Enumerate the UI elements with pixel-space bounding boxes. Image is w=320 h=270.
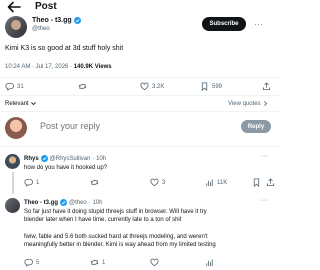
tweet-timestamp[interactable]: 10:24 AM · Jul 17, 2026 · — [5, 64, 74, 70]
views-icon — [206, 179, 213, 187]
avatar[interactable] — [5, 16, 27, 38]
more-options-icon[interactable]: ··· — [254, 20, 264, 29]
repost-icon — [90, 260, 99, 265]
bookmark-icon — [253, 178, 260, 187]
chevron-down-icon — [30, 102, 36, 106]
chevron-right-icon — [263, 101, 267, 106]
share-icon — [262, 82, 271, 91]
repost-action[interactable]: 1 — [90, 258, 105, 267]
tweet-actions: 31 3.2K 599 — [0, 80, 281, 94]
more-options-icon[interactable]: ··· — [260, 197, 269, 204]
divider — [0, 77, 281, 78]
view-quotes-link[interactable]: View quotes — [228, 100, 269, 107]
views-action[interactable]: 11K — [205, 178, 227, 187]
author-name[interactable]: Theo - t3.gg — [32, 17, 72, 24]
top-bar: Post — [0, 0, 281, 14]
reply-action[interactable]: 31 — [5, 82, 24, 91]
bookmark-action[interactable]: 599 — [200, 82, 222, 91]
reply-button[interactable]: Reply — [241, 120, 271, 133]
divider — [0, 95, 281, 96]
bookmark-action[interactable] — [252, 178, 261, 187]
author-name-row[interactable]: Theo - t3.gg — [32, 17, 81, 24]
tweet-text: Kimi K3 is so good at 3d stuff holy shit — [5, 45, 124, 52]
reply-author-name[interactable]: Theo - t3.gg — [24, 200, 58, 206]
reply-text-line: meaningfully better in blender. Kimi is … — [24, 242, 216, 248]
share-action[interactable] — [262, 82, 271, 91]
reply-actions: 1 3 11K — [0, 178, 281, 188]
reply-action[interactable]: 1 — [24, 178, 39, 187]
reply-text: how do you have it hooked up? — [24, 165, 108, 171]
repost-action[interactable] — [78, 82, 90, 91]
back-arrow-icon[interactable] — [7, 1, 21, 13]
avatar[interactable] — [5, 154, 20, 169]
like-action[interactable]: 3 — [150, 178, 165, 187]
like-action[interactable] — [150, 258, 162, 267]
reply-input[interactable] — [40, 121, 220, 131]
reply-timestamp[interactable]: · 10h — [92, 156, 106, 162]
tweet-meta: 10:24 AM · Jul 17, 2026 · 140.9K Views — [5, 64, 112, 70]
user-avatar[interactable] — [5, 117, 27, 139]
reply-text-line: blender later when I have time, currentl… — [24, 217, 182, 223]
reply-timestamp[interactable]: · 10h — [89, 200, 103, 206]
heart-icon — [150, 178, 159, 187]
verified-badge-icon — [40, 155, 48, 162]
verified-badge-icon — [73, 17, 81, 24]
heart-icon — [150, 258, 159, 267]
subscribe-button[interactable]: Subscribe — [202, 17, 246, 31]
reply-icon — [24, 178, 33, 187]
divider — [0, 111, 281, 112]
reply-author-name[interactable]: Rhys — [24, 156, 39, 162]
avatar[interactable] — [5, 198, 20, 213]
reply-icon — [24, 258, 33, 267]
heart-icon — [140, 82, 149, 91]
share-action[interactable] — [266, 178, 275, 187]
author-handle[interactable]: @theo — [32, 26, 50, 32]
reply-action[interactable]: 5 — [24, 258, 39, 267]
verified-badge-icon — [60, 199, 67, 206]
reply-text-line: fwiw, fable and 5.6 both sucked hard at … — [24, 234, 208, 240]
reply-text-line: So far just have it doing stupid threejs… — [24, 209, 207, 215]
sort-dropdown[interactable]: Relevant — [5, 100, 37, 107]
reply-author-handle[interactable]: @RhysSullivan — [50, 156, 91, 162]
divider — [0, 146, 281, 147]
views-icon — [206, 259, 213, 267]
reply-actions: 5 1 — [0, 258, 281, 268]
view-count[interactable]: 140.9K Views — [74, 64, 112, 70]
views-action[interactable] — [205, 258, 217, 267]
more-options-icon[interactable]: ··· — [260, 153, 269, 160]
reply-header: Theo - t3.gg @theo · 10h — [24, 199, 102, 206]
reply-icon — [5, 82, 14, 91]
like-action[interactable]: 3.2K — [140, 82, 164, 91]
page-title: Post — [35, 1, 57, 12]
reply-header: Rhys @RhysSullivan · 10h — [24, 155, 106, 162]
repost-icon — [90, 180, 99, 185]
bookmark-icon — [201, 82, 208, 91]
reply-author-handle[interactable]: @theo — [69, 200, 87, 206]
repost-action[interactable] — [90, 178, 102, 187]
repost-icon — [78, 84, 87, 89]
share-icon — [266, 178, 275, 187]
